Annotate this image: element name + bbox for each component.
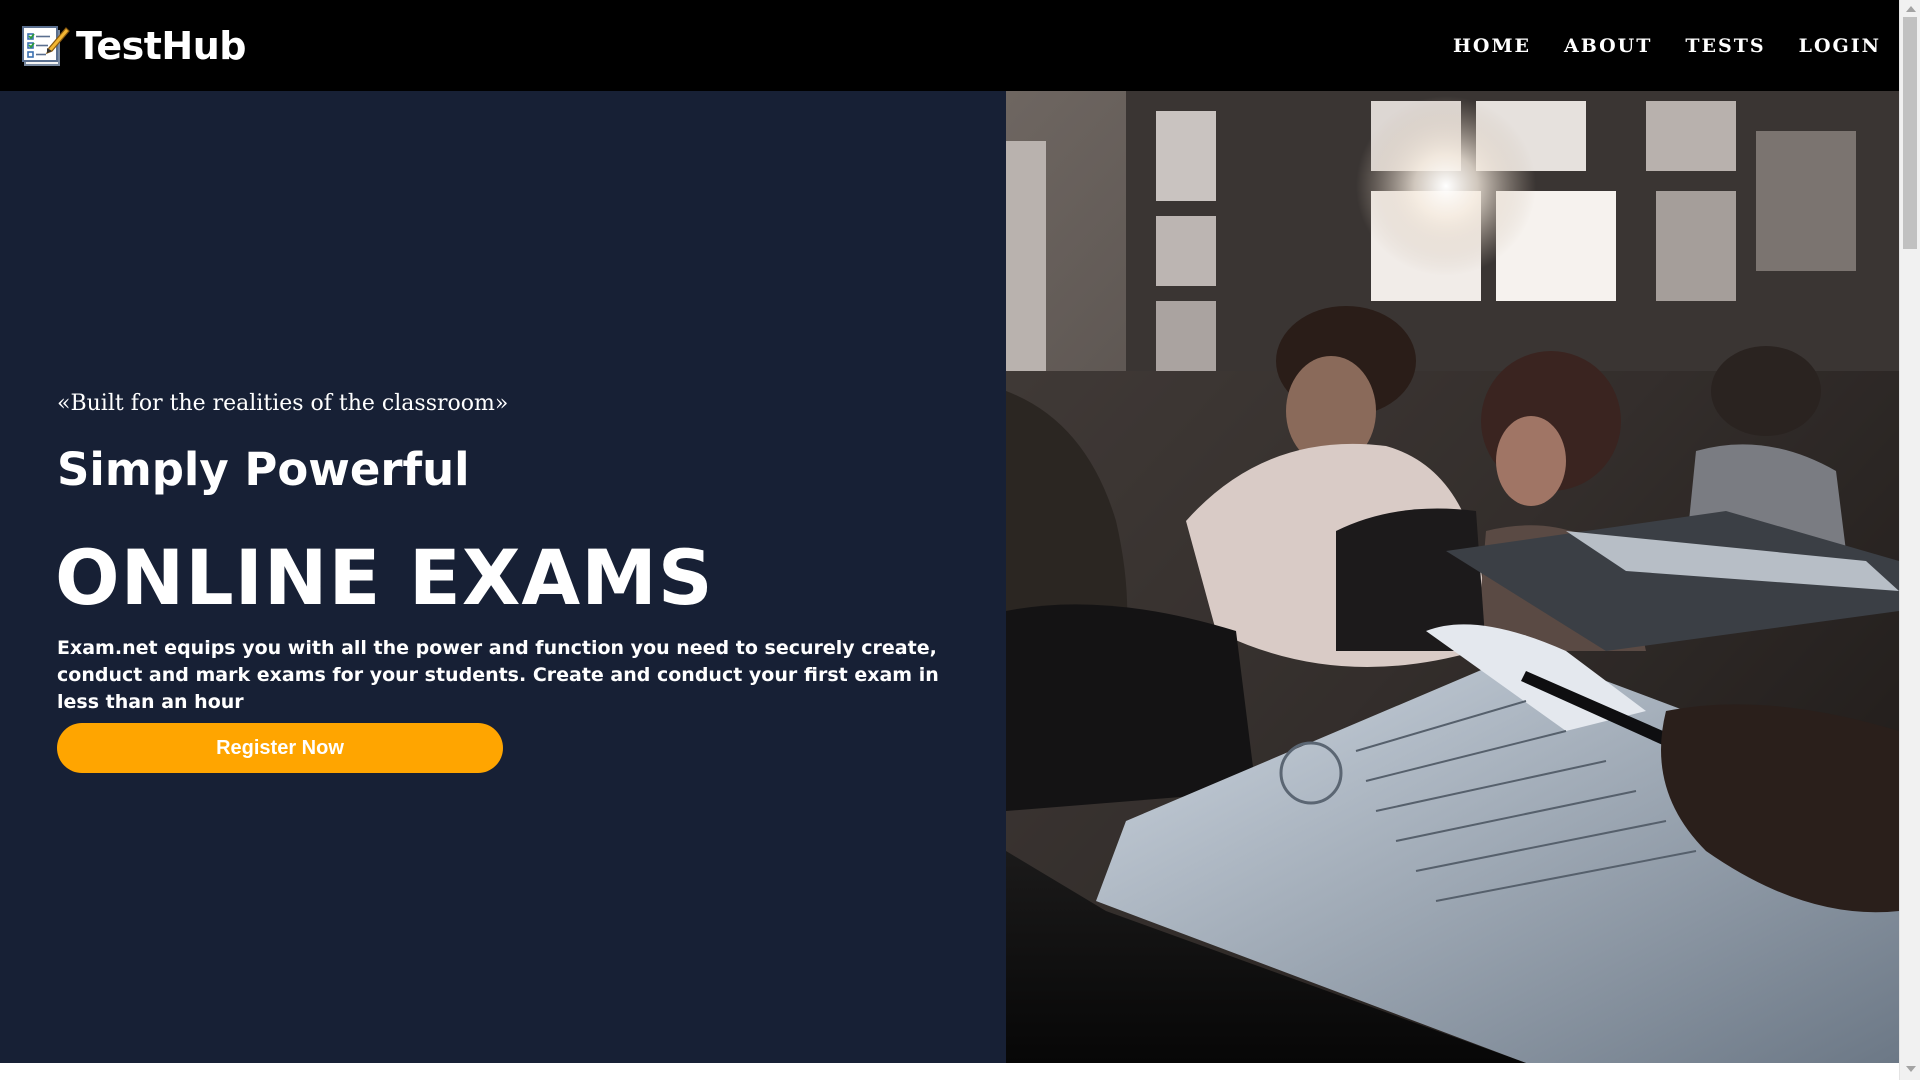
hero-description: Exam.net equips you with all the power a…	[57, 637, 939, 713]
main-nav: HOME ABOUT TESTS LOGIN	[1420, 35, 1881, 57]
hero-section: «Built for the realities of the classroo…	[0, 91, 1899, 1063]
scroll-down-arrow-icon[interactable]	[1906, 1066, 1916, 1072]
register-now-button[interactable]: Register Now	[57, 723, 503, 773]
exam-checklist-icon	[22, 25, 70, 66]
navbar: TestHub HOME ABOUT TESTS LOGIN	[0, 0, 1899, 91]
nav-home[interactable]: HOME	[1453, 35, 1531, 57]
scroll-up-arrow-icon[interactable]	[1906, 6, 1916, 12]
nav-tests[interactable]: TESTS	[1685, 35, 1765, 57]
hero-headline: ONLINE EXAMS	[55, 533, 714, 622]
hero-tagline: «Built for the realities of the classroo…	[57, 391, 509, 416]
vertical-scrollbar[interactable]	[1899, 0, 1920, 1080]
scroll-thumb[interactable]	[1903, 17, 1917, 249]
nav-about[interactable]: ABOUT	[1564, 35, 1652, 57]
hero-text-panel: «Built for the realities of the classroo…	[0, 91, 1006, 1063]
classroom-photo	[1006, 91, 1899, 1063]
hero-subtitle: Simply Powerful	[57, 443, 470, 496]
classroom-photo-illustration	[1006, 91, 1899, 1063]
brand-name: TestHub	[76, 23, 247, 68]
nav-login[interactable]: LOGIN	[1799, 35, 1881, 57]
page-bottom-edge	[0, 1063, 1899, 1080]
brand-logo[interactable]: TestHub	[22, 23, 247, 68]
